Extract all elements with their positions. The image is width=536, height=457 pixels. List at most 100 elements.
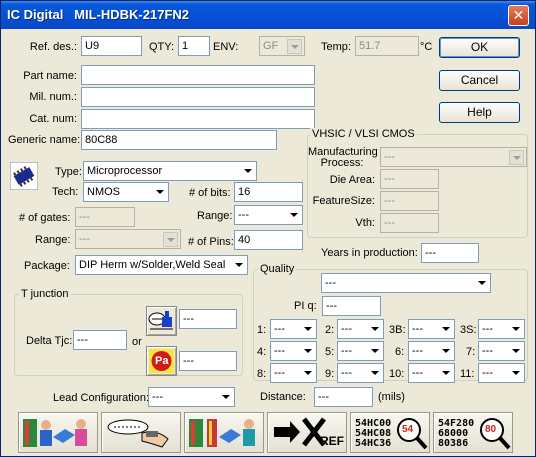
temp-unit: °C [420,41,433,53]
help-button[interactable]: Help [439,102,520,123]
tech-select[interactable]: NMOS [83,182,169,202]
lead-config-select[interactable]: --- [148,387,235,407]
chevron-down-icon [440,367,452,379]
vth-input: --- [380,213,439,233]
vth-label: Vth: [355,217,375,229]
part-lookup-button[interactable] [101,412,181,453]
quality-item-1-select[interactable]: --- [270,319,317,339]
chevron-down-icon [509,150,524,165]
part-search-button-2[interactable]: 54F280 68000 80386 80 [433,412,513,453]
package-select[interactable]: DIP Herm w/Solder,Weld Seal [75,255,248,275]
quality-item-label: 10: [389,368,405,380]
mil-num-input[interactable] [81,87,315,107]
quality-item-label: 5: [325,346,335,358]
lead-config-label: Lead Configuration: [53,392,150,404]
part-name-input[interactable] [81,65,315,85]
quality-item-value: --- [341,323,352,335]
quality-item-value: --- [274,367,285,379]
chevron-down-icon [476,277,488,289]
quality-item-2-select[interactable]: --- [337,319,384,339]
bits-input[interactable]: 16 [234,182,303,202]
die-area-input: --- [380,169,439,189]
pi-q-input[interactable]: --- [322,296,381,316]
quality-item-5-select[interactable]: --- [337,341,384,361]
chevron-down-icon [369,345,381,357]
pins-input[interactable]: 40 [234,230,303,250]
delta-tjc-input[interactable]: --- [73,330,127,350]
pi-q-label: PI q: [294,300,317,312]
chevron-down-icon [288,209,300,221]
quality-item-4-select[interactable]: --- [270,341,317,361]
qty-input[interactable]: 1 [178,36,210,56]
xref-label: REF [320,434,344,448]
quality-item-value: --- [274,345,285,357]
quality-item-3b-select[interactable]: --- [408,319,455,339]
chevron-down-icon [242,165,254,177]
chevron-down-icon [440,345,452,357]
quality-item-8-select[interactable]: --- [270,363,317,383]
distance-input[interactable]: --- [314,387,373,407]
ok-button[interactable]: OK [439,37,520,58]
range-value: --- [238,209,249,221]
quality-item-9-select[interactable]: --- [337,363,384,383]
search2-badge: 80 [485,424,497,435]
generic-name-input[interactable]: 80C88 [81,130,277,150]
quality-item-label: 9: [325,368,335,380]
chevron-down-icon [163,232,178,247]
power-pa-button[interactable]: Pa [146,346,177,376]
chevron-down-icon [369,367,381,379]
feature-size-input: --- [380,191,439,211]
env-value: GF [263,40,279,52]
package-label: Package: [24,260,70,272]
pa-input[interactable]: --- [179,351,237,371]
quality-item-6-select[interactable]: --- [408,341,455,361]
years-input[interactable]: --- [421,243,479,263]
env-select[interactable]: GF [259,36,305,56]
type-select[interactable]: Microprocessor [83,161,257,181]
range-select[interactable]: --- [234,205,303,225]
chevron-down-icon [233,259,245,271]
quality-item-value: --- [274,323,285,335]
cancel-button[interactable]: Cancel [439,70,520,91]
range2-label: Range: [35,234,71,246]
tech-value: NMOS [87,186,120,198]
env-label: ENV: [213,41,239,53]
theta-jc-input[interactable]: --- [179,309,237,329]
quality-item-10-select[interactable]: --- [408,363,455,383]
cat-num-label: Cat. num: [29,113,77,125]
chevron-down-icon [302,323,314,335]
library-transfer-button[interactable] [184,412,264,453]
theta-jc-icon [148,311,173,330]
microchip-icon[interactable] [9,161,39,191]
quality-item-11-select[interactable]: --- [478,363,525,383]
quality-value: --- [325,277,336,289]
range2-value: --- [79,233,90,245]
window-title: IC Digital MIL-HDBK-217FN2 [7,7,190,22]
quality-item-label: 11: [460,368,475,380]
people-transfer-icon [23,419,87,447]
quality-item-value: --- [341,367,352,379]
chevron-down-icon [510,345,522,357]
temp-label: Temp: [321,41,351,53]
range-label: Range: [197,210,233,222]
search2-line: 80386 [438,438,469,449]
generic-name-label: Generic name: [8,134,81,146]
quality-item-7-select[interactable]: --- [478,341,525,361]
part-name-label: Part name: [23,70,77,82]
quality-item-3s-select[interactable]: --- [478,319,525,339]
quality-select[interactable]: --- [321,273,491,293]
cross-reference-button[interactable]: REF [267,412,347,453]
part-search-button-1[interactable]: 54HC00 54HC08 54HC36 54 [350,412,430,453]
cat-num-input[interactable] [81,109,315,129]
quality-item-label: 1: [257,324,267,336]
chevron-down-icon [440,323,452,335]
quality-item-label: 8: [257,368,267,380]
package-value: DIP Herm w/Solder,Weld Seal [79,259,226,271]
ref-des-input[interactable]: U9 [81,36,142,56]
type-value: Microprocessor [87,165,163,177]
qty-label: QTY: [149,41,175,53]
tech-label: Tech: [52,186,79,198]
close-button[interactable]: ✕ [508,5,529,26]
theta-jc-button[interactable] [146,306,177,336]
people-transfer-button[interactable] [18,412,98,453]
